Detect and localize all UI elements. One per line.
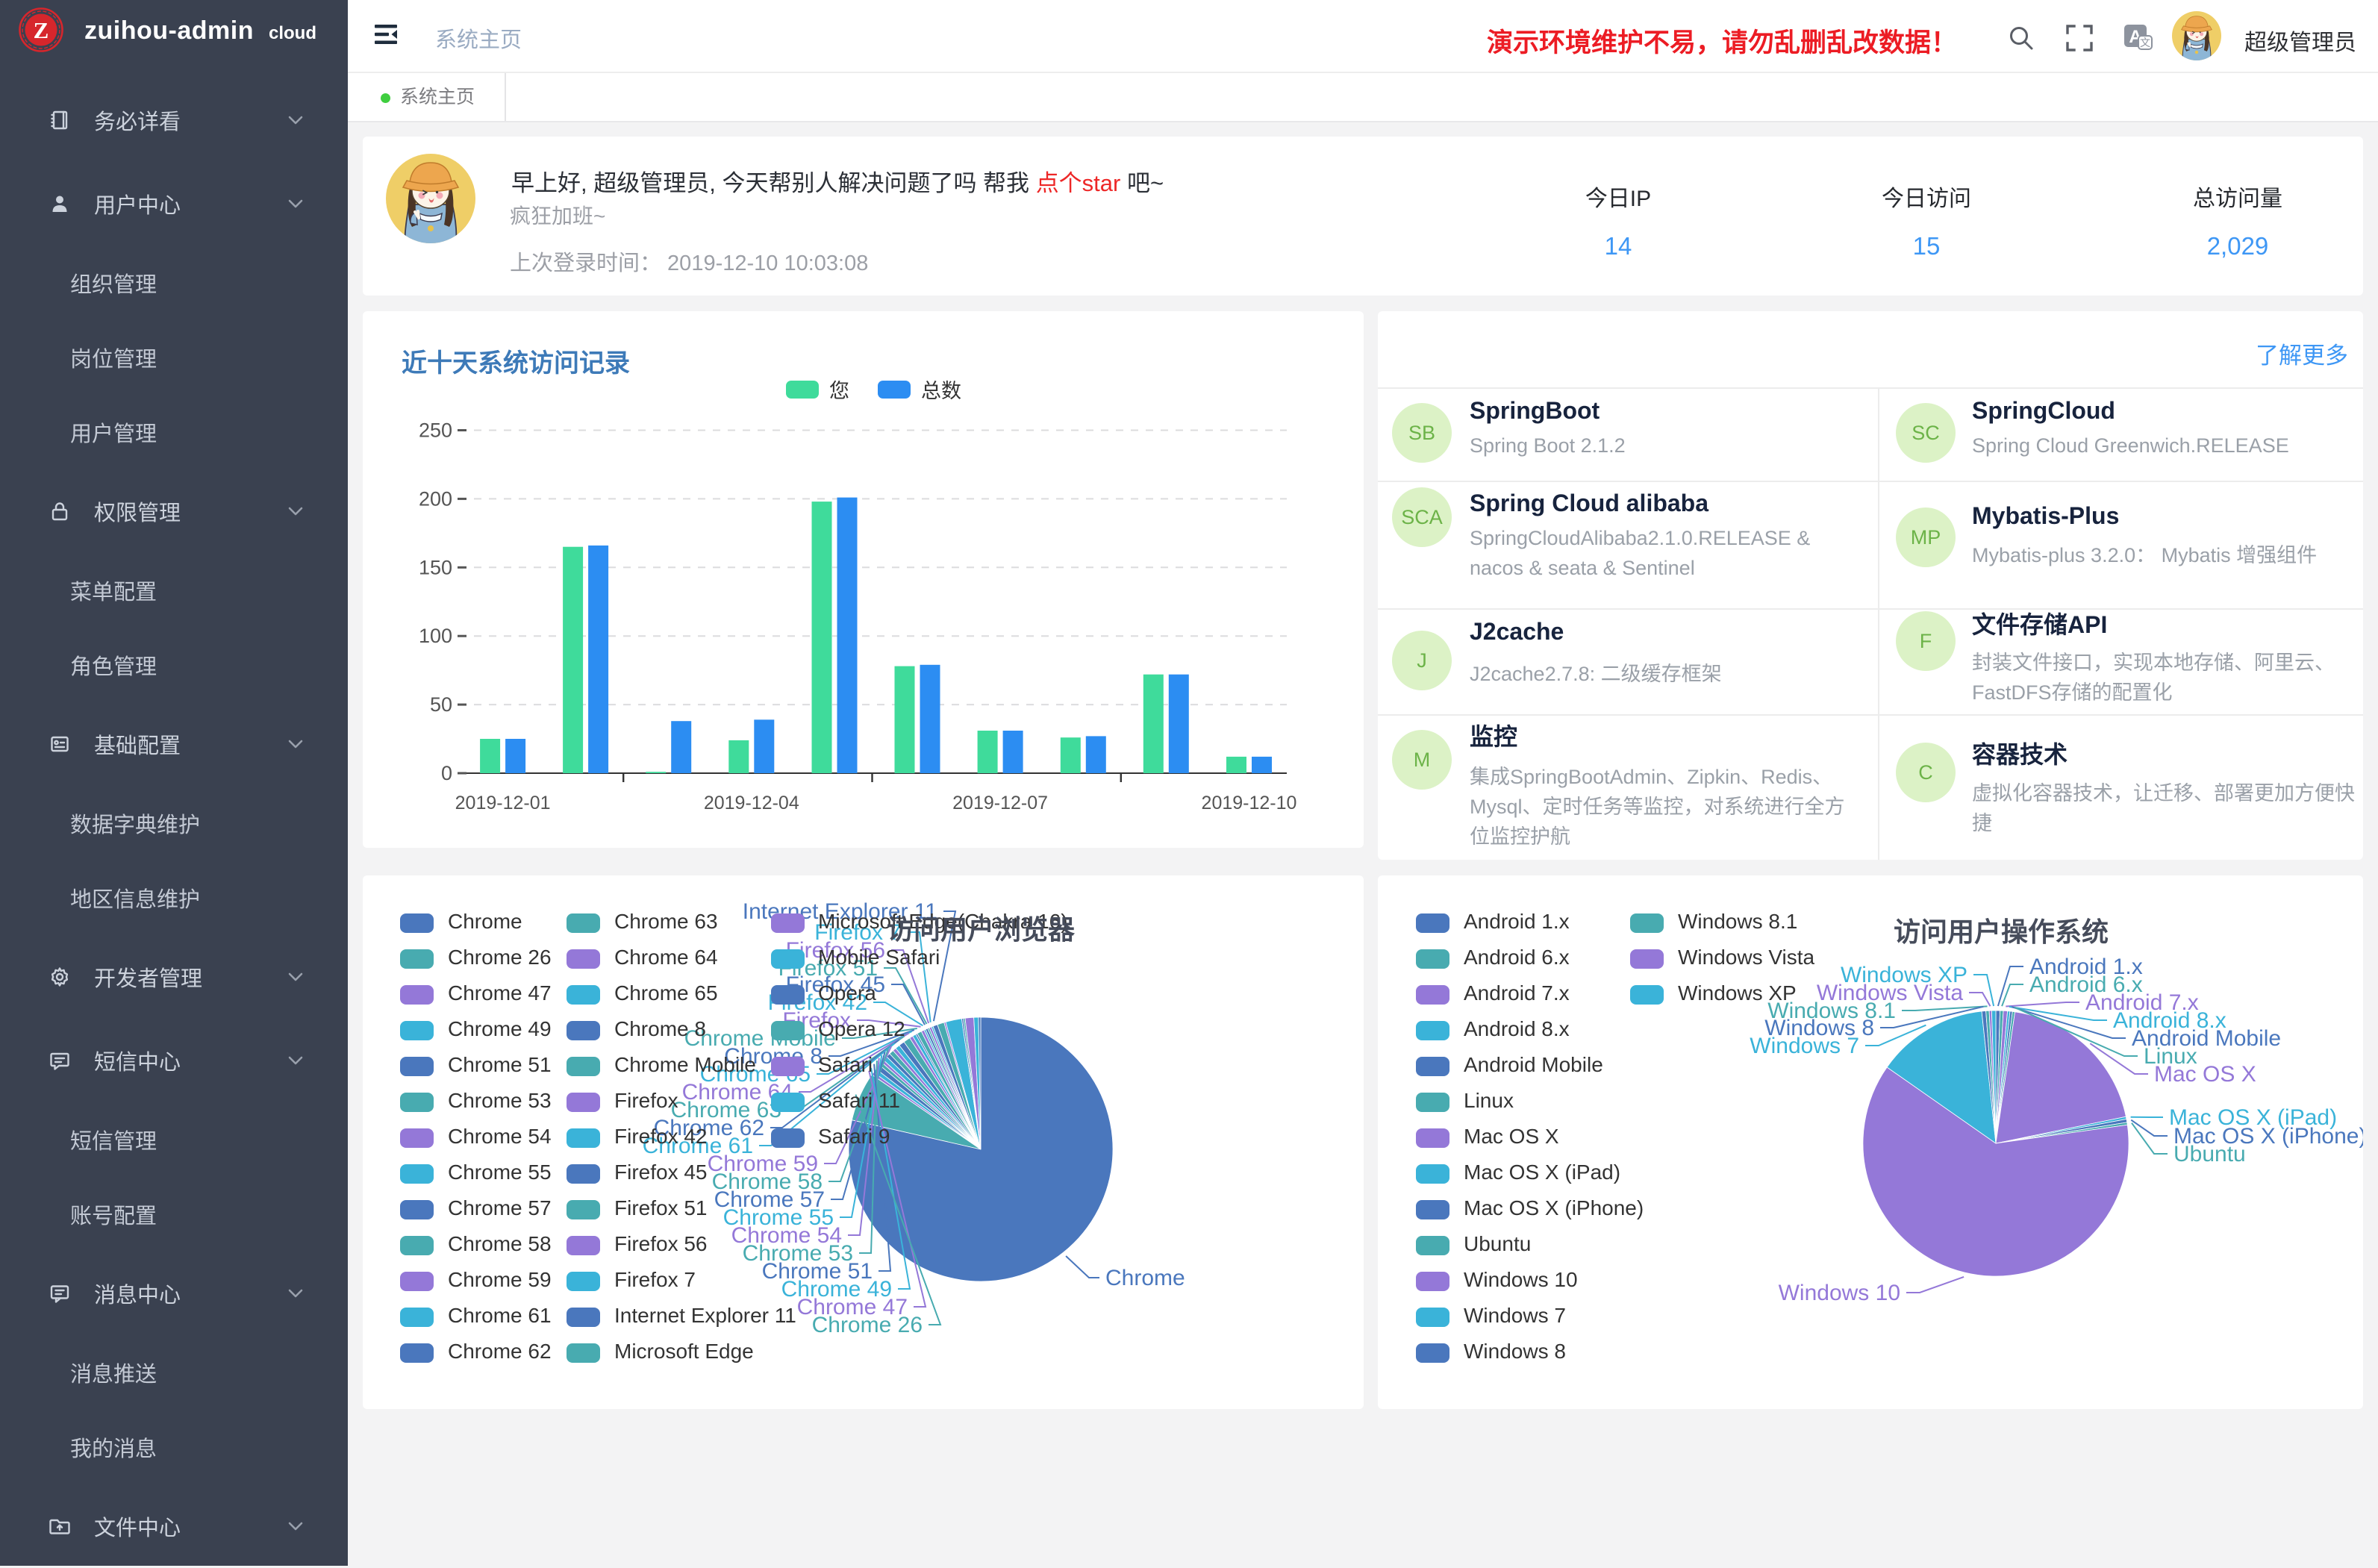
- svg-text:200: 200: [419, 487, 452, 510]
- svg-text:Windows 7: Windows 7: [1750, 1034, 1859, 1058]
- svg-text:文: 文: [2140, 37, 2150, 49]
- svg-text:Z: Z: [34, 17, 49, 43]
- svg-text:250: 250: [419, 419, 452, 442]
- svg-text:Mac OS X: Mac OS X: [2154, 1062, 2256, 1087]
- svg-text:2019-12-04: 2019-12-04: [704, 793, 799, 813]
- svg-text:Ubuntu: Ubuntu: [2173, 1142, 2246, 1166]
- svg-text:2019-12-07: 2019-12-07: [952, 793, 1048, 813]
- svg-text:150: 150: [419, 556, 452, 578]
- svg-text:0: 0: [441, 762, 452, 784]
- svg-text:Chrome 26: Chrome 26: [812, 1313, 923, 1337]
- svg-text:100: 100: [419, 625, 452, 647]
- svg-text:50: 50: [430, 693, 452, 716]
- svg-text:2019-12-01: 2019-12-01: [455, 793, 551, 813]
- svg-text:2019-12-10: 2019-12-10: [1202, 793, 1297, 813]
- svg-text:Chrome: Chrome: [1105, 1266, 1185, 1290]
- svg-text:Windows 10: Windows 10: [1779, 1281, 1900, 1305]
